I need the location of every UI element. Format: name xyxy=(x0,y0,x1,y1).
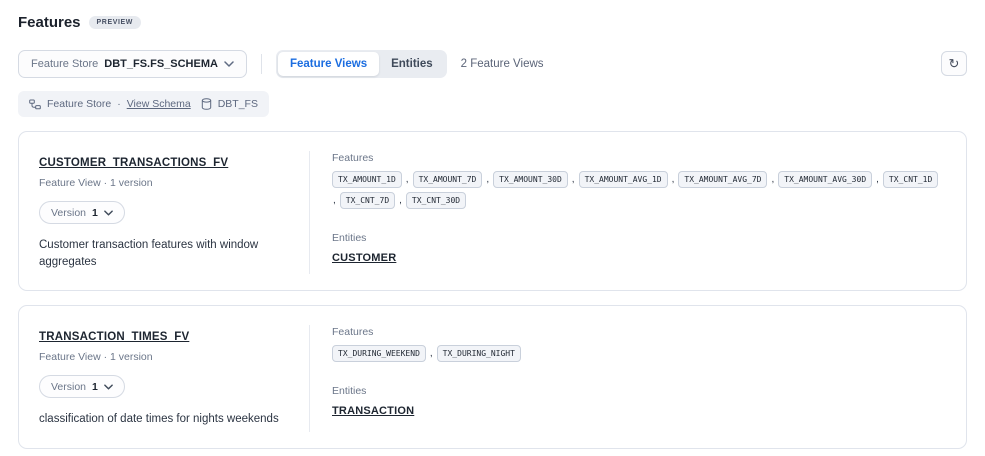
feature-chip: TX_CNT_1D xyxy=(883,171,938,188)
breadcrumb-store-label: Feature Store xyxy=(47,98,111,110)
feature-chip: TX_CNT_30D xyxy=(406,192,466,209)
version-selector[interactable]: Version 1 xyxy=(39,375,125,398)
feature-chip: TX_AMOUNT_30D xyxy=(493,171,568,188)
feature-chip: TX_DURING_NIGHT xyxy=(437,345,521,362)
card-summary: CUSTOMER_TRANSACTIONS_FV Feature View · … xyxy=(19,132,309,290)
chip-separator: , xyxy=(876,174,879,185)
page-title: Features xyxy=(18,14,81,31)
feature-views-count: 2 Feature Views xyxy=(461,58,544,70)
feature-view-title-link[interactable]: CUSTOMER_TRANSACTIONS_FV xyxy=(39,157,228,169)
refresh-icon: ↻ xyxy=(949,57,960,70)
feature-chip: TX_AMOUNT_AVG_30D xyxy=(778,171,872,188)
chevron-down-icon xyxy=(104,210,113,216)
feature-view-subtitle: Feature View · 1 version xyxy=(39,351,285,363)
feature-view-description: Customer transaction features with windo… xyxy=(39,237,285,270)
chip-separator: , xyxy=(333,195,336,206)
toolbar-divider xyxy=(261,54,262,74)
chip-separator: , xyxy=(430,348,433,359)
chip-separator: , xyxy=(572,174,575,185)
feature-view-description: classification of date times for nights … xyxy=(39,411,285,428)
feature-store-selector[interactable]: Feature Store DBT_FS.FS_SCHEMA xyxy=(18,50,247,78)
version-selector[interactable]: Version 1 xyxy=(39,201,125,224)
entity-link[interactable]: TRANSACTION xyxy=(332,405,414,417)
feature-view-card: CUSTOMER_TRANSACTIONS_FV Feature View · … xyxy=(18,131,967,291)
entities-label: Entities xyxy=(332,232,946,244)
database-icon xyxy=(201,98,212,110)
toolbar: Feature Store DBT_FS.FS_SCHEMA Feature V… xyxy=(0,50,985,78)
features-label: Features xyxy=(332,326,946,338)
feature-chip: TX_AMOUNT_1D xyxy=(332,171,402,188)
feature-chip: TX_AMOUNT_AVG_1D xyxy=(579,171,668,188)
refresh-button[interactable]: ↻ xyxy=(941,51,967,76)
version-label: Version xyxy=(51,207,86,219)
breadcrumb-database-name: DBT_FS xyxy=(218,98,258,110)
chevron-down-icon xyxy=(104,384,113,390)
breadcrumb-separator: · xyxy=(117,98,121,110)
feature-view-title-link[interactable]: TRANSACTION_TIMES_FV xyxy=(39,331,189,343)
chip-separator: , xyxy=(486,174,489,185)
card-details: Features TX_DURING_WEEKEND, TX_DURING_NIG… xyxy=(309,325,966,432)
tab-entities[interactable]: Entities xyxy=(379,52,445,76)
chip-separator: , xyxy=(399,195,402,206)
chip-separator: , xyxy=(771,174,774,185)
card-details: Features TX_AMOUNT_1D,TX_AMOUNT_7D,TX_AM… xyxy=(309,151,966,274)
features-chip-list: TX_AMOUNT_1D,TX_AMOUNT_7D,TX_AMOUNT_30D,… xyxy=(332,171,946,209)
feature-chip: TX_AMOUNT_AVG_7D xyxy=(678,171,767,188)
version-value: 1 xyxy=(92,381,98,393)
feature-store-label: Feature Store xyxy=(31,58,98,70)
feature-chip: TX_DURING_WEEKEND xyxy=(332,345,426,362)
entities-label: Entities xyxy=(332,385,946,397)
feature-chip: TX_CNT_7D xyxy=(340,192,395,209)
features-label: Features xyxy=(332,152,946,164)
preview-badge: PREVIEW xyxy=(89,16,141,29)
page-header: Features PREVIEW xyxy=(0,0,985,31)
breadcrumb: Feature Store · View Schema DBT_FS xyxy=(18,91,269,117)
version-value: 1 xyxy=(92,207,98,219)
card-summary: TRANSACTION_TIMES_FV Feature View · 1 ve… xyxy=(19,306,309,448)
tab-feature-views[interactable]: Feature Views xyxy=(278,52,379,76)
feature-store-value: DBT_FS.FS_SCHEMA xyxy=(104,58,218,70)
feature-store-icon xyxy=(29,99,41,110)
feature-view-card: TRANSACTION_TIMES_FV Feature View · 1 ve… xyxy=(18,305,967,449)
features-chip-list: TX_DURING_WEEKEND, TX_DURING_NIGHT xyxy=(332,345,946,362)
chevron-down-icon xyxy=(224,61,234,67)
chip-separator: , xyxy=(406,174,409,185)
breadcrumb-row: Feature Store · View Schema DBT_FS xyxy=(0,91,985,117)
feature-chip: TX_AMOUNT_7D xyxy=(413,171,483,188)
view-schema-link[interactable]: View Schema xyxy=(127,98,191,110)
version-label: Version xyxy=(51,381,86,393)
chip-separator: , xyxy=(672,174,675,185)
view-tabs: Feature Views Entities xyxy=(276,50,447,78)
feature-view-subtitle: Feature View · 1 version xyxy=(39,177,285,189)
entity-link[interactable]: CUSTOMER xyxy=(332,252,396,264)
